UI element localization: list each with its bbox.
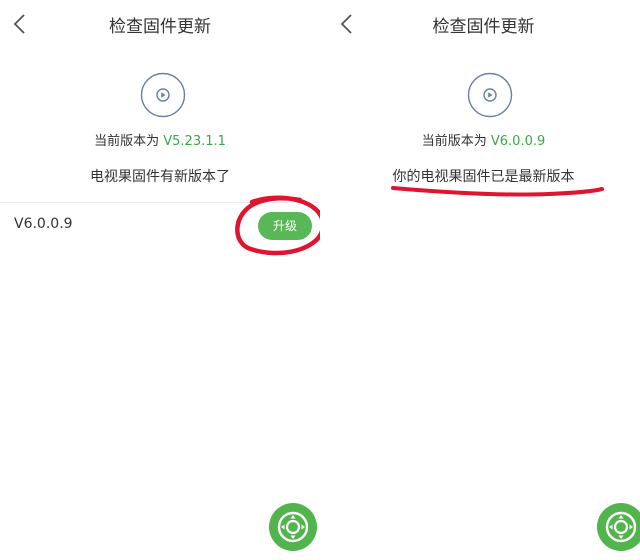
right-screen: 检查固件更新 当前版本为 V6.0.0.9 你的电视果固件已是最新版本 bbox=[327, 0, 640, 560]
current-version-value: V6.0.0.9 bbox=[490, 134, 546, 149]
upgrade-button[interactable]: 升级 bbox=[258, 212, 312, 240]
up-to-date-message: 你的电视果固件已是最新版本 bbox=[392, 169, 575, 185]
remote-control-button[interactable] bbox=[269, 503, 317, 551]
remote-control-button[interactable] bbox=[597, 503, 640, 551]
update-message: 电视果固件有新版本了 bbox=[90, 169, 230, 185]
current-version-label: 当前版本为 bbox=[94, 134, 160, 149]
new-version-text: V6.0.0.9 bbox=[14, 216, 73, 232]
play-disc-icon bbox=[140, 72, 186, 118]
divider bbox=[0, 202, 320, 203]
remote-control-icon bbox=[605, 511, 637, 543]
remote-control-icon bbox=[277, 511, 309, 543]
current-version-label: 当前版本为 bbox=[421, 134, 487, 149]
page-title: 检查固件更新 bbox=[109, 17, 211, 37]
page-title: 检查固件更新 bbox=[432, 17, 535, 37]
play-disc-icon bbox=[467, 72, 513, 118]
current-version-value: V5.23.1.1 bbox=[163, 134, 226, 149]
current-version-line: 当前版本为 V6.0.0.9 bbox=[327, 130, 640, 149]
left-screen: 检查固件更新 当前版本为 V5.23.1.1 电视果固件有新版本了 V6.0.0… bbox=[0, 0, 320, 560]
screenshot-comparison: 检查固件更新 当前版本为 V5.23.1.1 电视果固件有新版本了 V6.0.0… bbox=[0, 0, 640, 560]
current-version-line: 当前版本为 V5.23.1.1 bbox=[0, 130, 320, 149]
